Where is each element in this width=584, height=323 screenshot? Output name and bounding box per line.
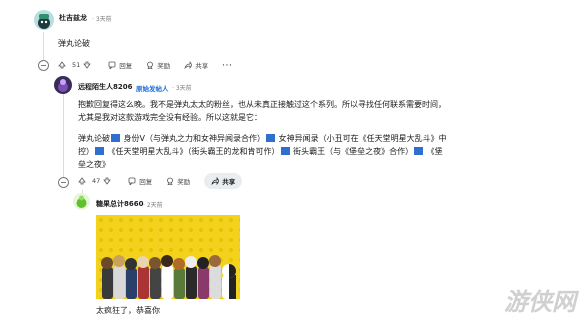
link-arrow-icon[interactable] [266, 134, 276, 142]
avatar-snoo-icon [58, 79, 68, 92]
reply-button[interactable]: 回复 [108, 60, 132, 70]
comment-actions: 47 回复 奖励 共享 [78, 173, 256, 189]
reply-label: 回复 [139, 178, 153, 186]
comment-time-text: 3天前 [175, 85, 192, 92]
award-button[interactable]: 奖励 [166, 176, 190, 186]
game-item: 控） [78, 147, 94, 156]
downvote-icon[interactable] [83, 61, 92, 69]
game-list-line: 控） 《任天堂明星大乱斗》（街头霸王的龙和肯可作） 街头霸王（与《堡垒之夜》合作… [78, 145, 508, 158]
comment-username[interactable]: 糖果总计8660 [96, 199, 143, 209]
game-item: 街头霸王（与《堡垒之夜》合作） [293, 147, 414, 156]
comment-time-text: 3天前 [95, 16, 112, 23]
upvote-icon[interactable] [58, 61, 66, 69]
game-item: 《堡 [426, 147, 443, 156]
collapse-thread-button[interactable] [38, 60, 49, 71]
award-label: 奖励 [177, 178, 191, 186]
game-item: 垒之夜》 [78, 160, 110, 169]
comment-time: · 3天前 [172, 85, 192, 92]
comment-username[interactable]: 杜吉兹龙 [59, 13, 87, 23]
comment-body-line: 抱歉回复得这么晚。我不是弹丸太太的粉丝，也从未真正接触过这个系列。所以寻找任何联… [78, 100, 446, 109]
share-label: 共享 [195, 62, 209, 70]
comment-bubble-icon [108, 61, 116, 69]
award-icon [167, 177, 174, 185]
comment-bubble-icon [128, 177, 136, 185]
vote-count: 47 [92, 177, 101, 185]
comment-username[interactable]: 远程陌生人8206 [78, 82, 132, 92]
vote-count: 51 [72, 61, 81, 69]
award-button[interactable]: 奖励 [146, 60, 170, 70]
game-list: 弹丸论破 身份V（与弹丸之力和女神异闻录合作） 女神异闻录（小丑可在《任天堂明星… [78, 132, 508, 171]
comment-image[interactable] [96, 215, 240, 299]
collapse-thread-button[interactable] [58, 177, 69, 188]
share-label: 共享 [222, 178, 236, 186]
avatar-snoo-icon [76, 195, 87, 208]
award-label: 奖励 [157, 62, 171, 70]
comment-time: · 2天前 [143, 202, 163, 209]
avatar[interactable] [54, 76, 72, 94]
share-icon [211, 177, 220, 185]
game-list-line: 弹丸论破 身份V（与弹丸之力和女神异闻录合作） 女神异闻录（小丑可在《任天堂明星… [78, 132, 508, 145]
share-button[interactable]: 共享 [204, 173, 243, 189]
comment-body-line: 尤其是我对这款游戏完全没有经验。所以这就是它： [78, 113, 262, 122]
site-watermark: 游侠网 [504, 287, 576, 316]
comment-actions: 51 回复 奖励 共享 ··· [58, 57, 233, 73]
comment-time: · 3天前 [92, 16, 112, 23]
thread-line-root [43, 32, 44, 62]
comment-body: 弹丸论破 [58, 39, 90, 48]
vote-control: 51 [58, 61, 94, 69]
comment-body: 抱歉回复得这么晚。我不是弹丸太太的粉丝，也从未真正接触过这个系列。所以寻找任何联… [78, 98, 518, 124]
share-button[interactable]: 共享 [184, 60, 208, 70]
link-arrow-icon[interactable] [95, 147, 104, 155]
reply-button[interactable]: 回复 [128, 176, 152, 186]
op-badge: 原始发帖人 [136, 85, 169, 93]
avatar[interactable] [73, 193, 90, 210]
game-item: 《任天堂明星大乱斗》（街头霸王的龙和肯可作） [107, 147, 280, 156]
thread-line-child [63, 94, 64, 179]
downvote-icon[interactable] [103, 177, 112, 185]
link-arrow-icon[interactable] [111, 134, 120, 142]
game-item: 弹丸论破 [78, 134, 110, 143]
reply-label: 回复 [119, 62, 133, 70]
comment-time-text: 2天前 [146, 202, 163, 209]
game-list-line: 垒之夜》 [78, 158, 508, 171]
award-icon [147, 61, 154, 69]
vote-control: 47 [78, 177, 114, 185]
comment-body: 太疯狂了，恭喜你 [96, 306, 160, 315]
avatar[interactable] [34, 10, 54, 30]
characters-image [96, 215, 240, 299]
upvote-icon[interactable] [78, 177, 86, 185]
link-arrow-icon[interactable] [414, 147, 424, 155]
link-arrow-icon[interactable] [280, 147, 290, 155]
share-icon [184, 61, 193, 69]
more-options-button[interactable]: ··· [222, 61, 232, 69]
game-item: 女神异闻录（小丑可在《任天堂明星大乱斗》中 [278, 134, 447, 143]
avatar-snoo-icon [38, 14, 50, 29]
game-item: 身份V（与弹丸之力和女神异闻录合作） [123, 134, 266, 143]
